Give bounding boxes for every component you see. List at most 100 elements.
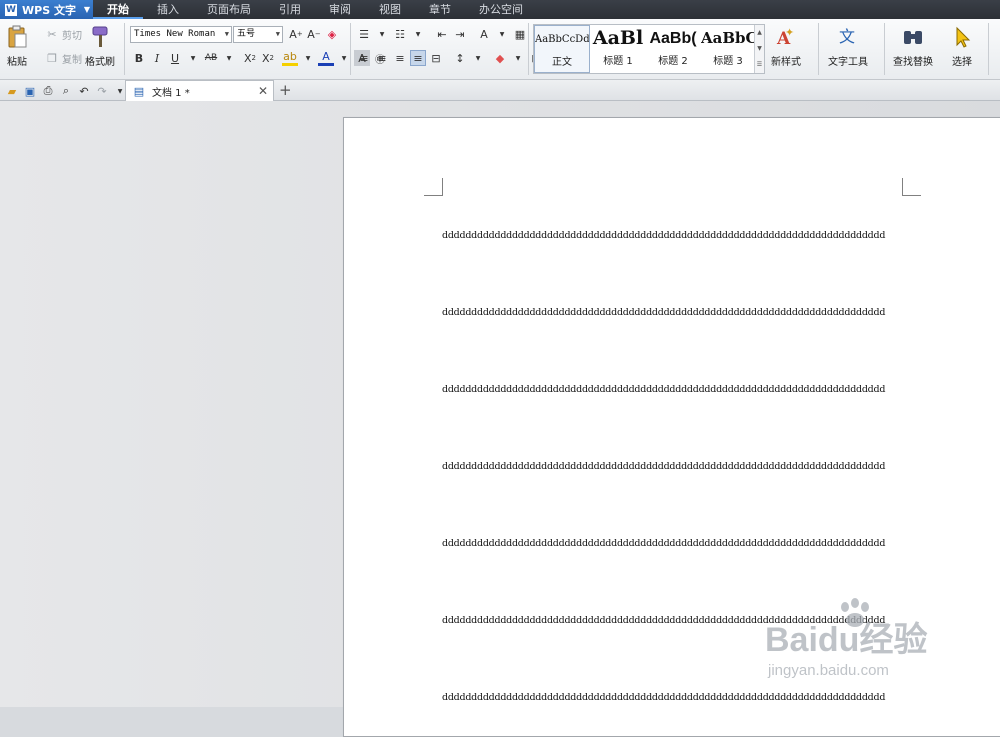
undo-icon[interactable]: ↶ bbox=[76, 83, 92, 99]
numbered-list-icon[interactable]: ☷ bbox=[392, 26, 408, 42]
chevron-down-icon[interactable]: ▼ bbox=[221, 50, 237, 66]
highlight-icon[interactable]: ab bbox=[282, 50, 298, 66]
italic-icon[interactable]: I bbox=[149, 50, 165, 66]
superscript-icon[interactable]: X2 bbox=[242, 50, 258, 66]
paragraph-shading-icon[interactable]: ◆ bbox=[492, 50, 508, 66]
paste-label: 粘贴 bbox=[7, 57, 27, 68]
tab-view[interactable]: 视图 bbox=[365, 0, 415, 19]
strikethrough-icon[interactable]: AB bbox=[203, 50, 219, 66]
font-size-value: 五号 bbox=[237, 29, 256, 39]
chevron-down-icon[interactable]: ▼ bbox=[410, 26, 426, 42]
tab-references[interactable]: 引用 bbox=[265, 0, 315, 19]
font-color-icon[interactable]: A bbox=[318, 50, 334, 66]
print-icon[interactable]: ⎙ bbox=[40, 83, 56, 99]
select-button[interactable]: 选择 bbox=[950, 25, 974, 68]
document-paragraph[interactable]: dddddddddddddddddddddddddddddddddddddddd… bbox=[442, 461, 912, 472]
style-heading-2[interactable]: AaBb( 标题 2 bbox=[646, 25, 700, 73]
font-name-select[interactable]: Times New Roman ▼ bbox=[130, 26, 232, 43]
justify-icon[interactable]: ≡ bbox=[410, 50, 426, 66]
chevron-down-icon: ▼ bbox=[275, 30, 280, 38]
new-tab-icon[interactable]: + bbox=[279, 81, 292, 99]
margin-corner-mark bbox=[902, 178, 921, 196]
margin-corner-mark bbox=[424, 178, 443, 196]
font-name-value: Times New Roman bbox=[134, 29, 216, 39]
find-replace-button[interactable]: 查找替换 bbox=[893, 25, 933, 68]
new-style-label: 新样式 bbox=[771, 57, 801, 68]
document-tab[interactable]: ▤ 文档 1 * ✕ bbox=[125, 80, 274, 101]
document-paragraph[interactable]: dddddddddddddddddddddddddddddddddddddddd… bbox=[442, 692, 912, 703]
decrease-indent-icon[interactable]: ⇤ bbox=[434, 26, 450, 42]
text-tools-button[interactable]: 文 文字工具 bbox=[828, 25, 868, 68]
document-paragraph[interactable]: dddddddddddddddddddddddddddddddddddddddd… bbox=[442, 538, 912, 549]
line-spacing-icon[interactable]: ↕ bbox=[452, 50, 468, 66]
tab-home[interactable]: 开始 bbox=[93, 0, 143, 19]
svg-text:文: 文 bbox=[839, 27, 855, 46]
chevron-down-icon[interactable]: ▼ bbox=[470, 50, 486, 66]
new-style-button[interactable]: A ✦ 新样式 bbox=[771, 25, 801, 68]
grow-font-icon[interactable]: A + bbox=[288, 26, 304, 42]
chevron-down-icon[interactable]: ▼ bbox=[300, 50, 316, 66]
document-paragraph[interactable]: dddddddddddddddddddddddddddddddddddddddd… bbox=[442, 384, 912, 395]
bullet-list-icon[interactable]: ☰ bbox=[356, 26, 372, 42]
tab-review[interactable]: 审阅 bbox=[315, 0, 365, 19]
save-icon[interactable]: ▣ bbox=[22, 83, 38, 99]
new-style-icon: A ✦ bbox=[776, 26, 794, 49]
style-heading-1[interactable]: AaBl 标题 1 bbox=[591, 25, 645, 73]
text-direction-icon[interactable]: A bbox=[476, 26, 492, 42]
document-paragraph[interactable]: dddddddddddddddddddddddddddddddddddddddd… bbox=[442, 307, 912, 318]
style-label: 标题 3 bbox=[713, 56, 743, 67]
copy-button[interactable]: ❐ 复制 bbox=[44, 50, 82, 66]
style-normal[interactable]: AaBbCcDd 正文 bbox=[534, 25, 590, 73]
bold-icon[interactable]: B bbox=[131, 50, 147, 66]
subscript-icon[interactable]: X2 bbox=[260, 50, 276, 66]
text-tools-label: 文字工具 bbox=[828, 57, 868, 68]
tab-insert[interactable]: 插入 bbox=[143, 0, 193, 19]
app-menu-button[interactable]: W WPS 文字 ▼ bbox=[0, 0, 93, 19]
align-right-icon[interactable]: ≡ bbox=[392, 50, 408, 66]
font-size-select[interactable]: 五号 ▼ bbox=[233, 26, 283, 43]
tab-chapter[interactable]: 章节 bbox=[415, 0, 465, 19]
style-label: 正文 bbox=[552, 57, 572, 68]
chevron-down-icon[interactable]: ▼ bbox=[755, 41, 764, 57]
paste-button[interactable]: 粘贴 bbox=[6, 25, 28, 68]
copy-icon: ❐ bbox=[47, 51, 57, 65]
format-painter-label: 格式刷 bbox=[85, 57, 115, 68]
cursor-arrow-icon bbox=[956, 26, 971, 48]
baidu-watermark: Baidu经验 jingyan.baidu.com bbox=[765, 598, 955, 688]
align-left-icon[interactable]: ≡ bbox=[356, 50, 372, 66]
document-tab-title: 文档 1 * bbox=[152, 87, 190, 99]
clear-format-icon[interactable]: ◈ bbox=[324, 26, 340, 42]
chevron-up-icon[interactable]: ▲ bbox=[755, 25, 764, 41]
format-painter-button[interactable]: 格式刷 bbox=[85, 25, 115, 68]
tab-office-space[interactable]: 办公空间 bbox=[465, 0, 537, 19]
watermark-brand: Baidu经验 bbox=[765, 621, 928, 659]
close-icon[interactable]: ✕ bbox=[258, 84, 268, 98]
open-folder-icon[interactable]: ▰ bbox=[4, 83, 20, 99]
cut-button[interactable]: ✂ 剪切 bbox=[44, 26, 82, 42]
chevron-down-icon[interactable]: ▼ bbox=[185, 50, 201, 66]
table-icon[interactable]: ▦ bbox=[512, 26, 528, 42]
chevron-down-icon: ▼ bbox=[224, 30, 229, 38]
print-preview-icon[interactable]: ⌕ bbox=[58, 83, 74, 99]
find-replace-label: 查找替换 bbox=[893, 57, 933, 68]
text-tools-icon: 文 bbox=[839, 27, 855, 46]
distributed-icon[interactable]: ⊟ bbox=[428, 50, 444, 66]
increase-indent-icon[interactable]: ⇥ bbox=[452, 26, 468, 42]
ribbon-separator bbox=[884, 23, 885, 75]
redo-icon[interactable]: ↷ bbox=[94, 83, 110, 99]
ribbon-separator bbox=[818, 23, 819, 75]
gallery-scroll[interactable]: ▲ ▼ ☰ bbox=[754, 25, 764, 73]
binoculars-icon bbox=[904, 31, 922, 44]
align-center-icon[interactable]: ≡ bbox=[374, 50, 390, 66]
chevron-down-icon[interactable]: ▼ bbox=[510, 50, 526, 66]
document-paragraph[interactable]: dddddddddddddddddddddddddddddddddddddddd… bbox=[442, 230, 912, 241]
style-heading-3[interactable]: AaBbC 标题 3 bbox=[701, 25, 755, 73]
chevron-down-icon[interactable]: ▼ bbox=[494, 26, 510, 42]
chevron-down-icon[interactable]: ▼ bbox=[374, 26, 390, 42]
style-sample: AaBbC bbox=[701, 29, 755, 47]
wps-logo-icon: W bbox=[5, 3, 17, 16]
shrink-font-icon[interactable]: A − bbox=[306, 26, 322, 42]
underline-icon[interactable]: U bbox=[167, 50, 183, 66]
tab-page-layout[interactable]: 页面布局 bbox=[193, 0, 265, 19]
more-icon[interactable]: ☰ bbox=[755, 57, 764, 73]
